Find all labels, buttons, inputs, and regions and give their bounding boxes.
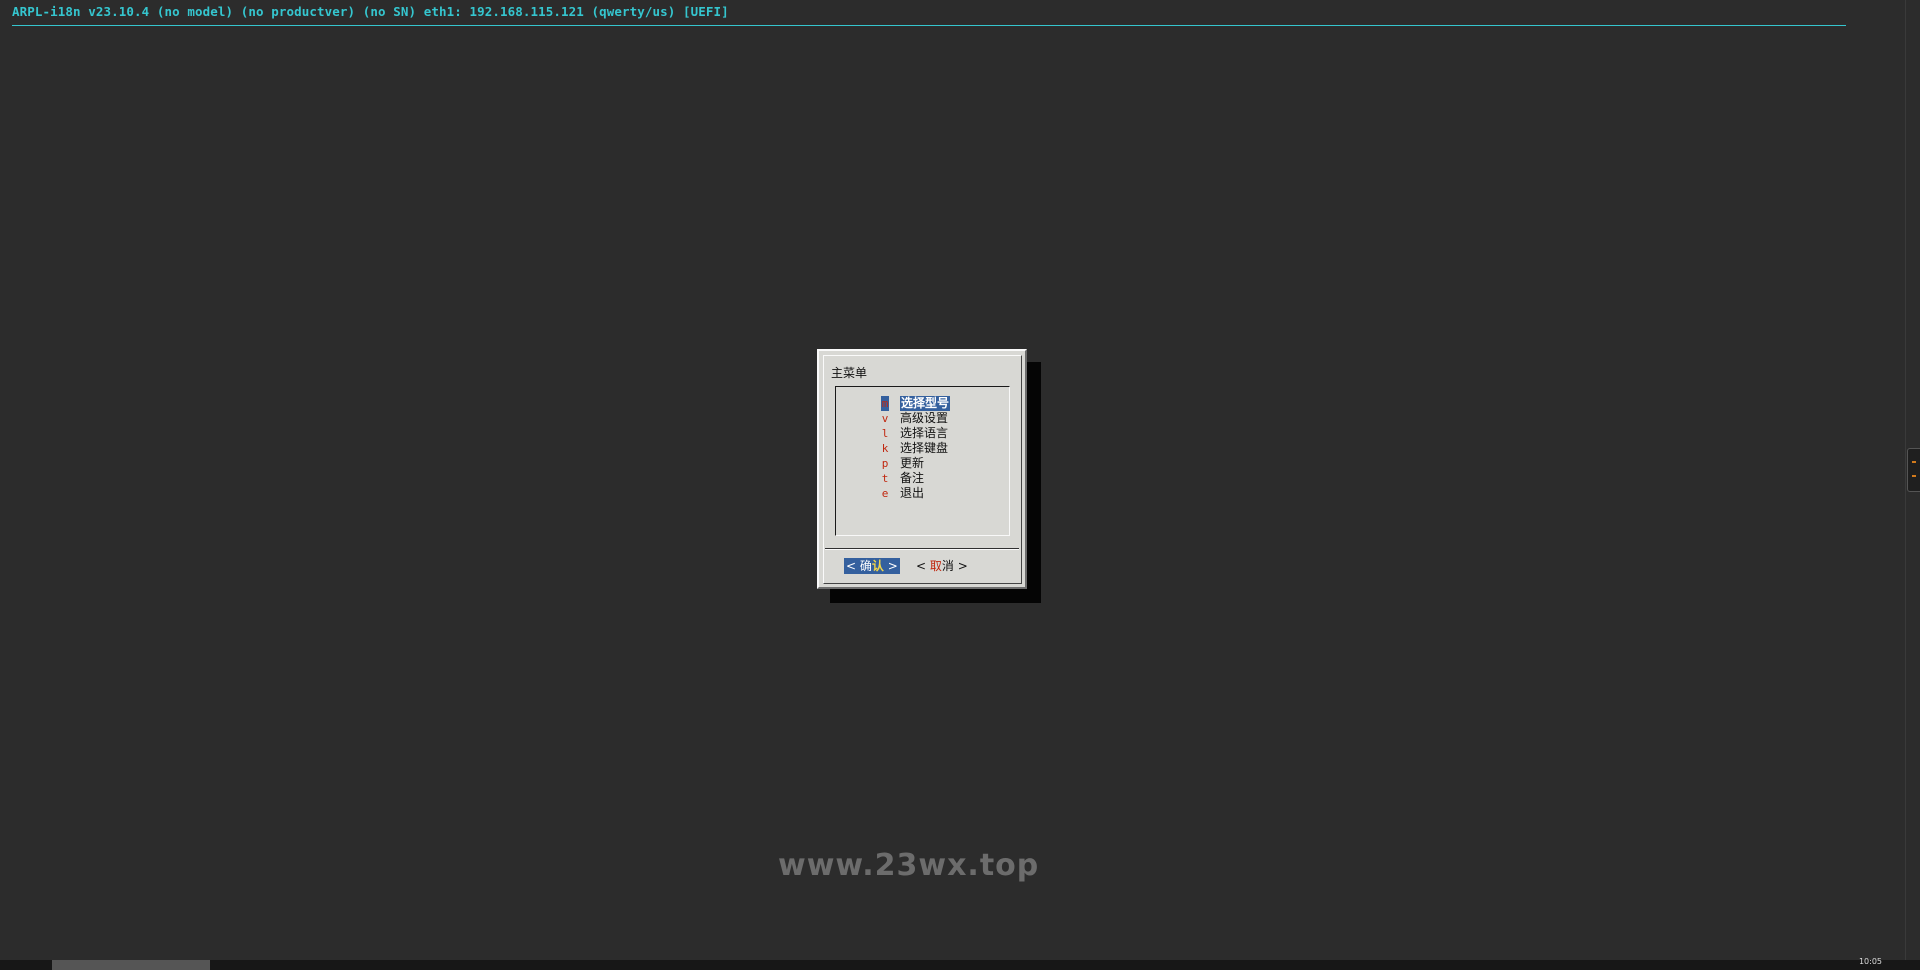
menu-item-select-model[interactable]: m 选择型号 xyxy=(836,396,1008,411)
main-menu-dialog: 主菜单 m 选择型号 v 高级设置 l 选择语言 k 选择键盘 p 更新 t 备… xyxy=(817,349,1027,589)
status-line: ARPL-i18n v23.10.4 (no model) (no produc… xyxy=(12,4,729,19)
cancel-button-hotkey: 取 xyxy=(929,559,942,573)
side-panel-handle[interactable] xyxy=(1907,448,1920,492)
status-divider xyxy=(12,25,1846,26)
cancel-button-right-bracket: > xyxy=(957,559,968,573)
cancel-button-label-end: 消 xyxy=(941,559,954,573)
menu-item-label: 选择语言 xyxy=(900,426,949,440)
menu-item-hotkey: v xyxy=(881,412,889,425)
menu-item-hotkey: e xyxy=(881,487,889,500)
menu-item-label: 选择键盘 xyxy=(900,441,949,455)
taskbar-active-window[interactable] xyxy=(52,960,210,970)
ok-button[interactable]: < 确认 > xyxy=(844,558,900,574)
menu-item-update[interactable]: p 更新 xyxy=(836,456,1008,471)
taskbar: 10:05 xyxy=(0,957,1920,970)
menu-item-label: 选择型号 xyxy=(900,396,951,411)
terminal-screen: ARPL-i18n v23.10.4 (no model) (no produc… xyxy=(0,0,1920,970)
menu-item-hotkey: t xyxy=(881,472,889,485)
ok-button-label-start: 确 xyxy=(859,559,872,573)
menu-item-select-keyboard[interactable]: k 选择键盘 xyxy=(836,441,1008,456)
menu-item-label: 备注 xyxy=(900,471,925,485)
cancel-button-left-bracket: < xyxy=(916,559,927,573)
ok-button-left-bracket: < xyxy=(846,559,857,573)
window-edge xyxy=(1905,0,1906,960)
ok-button-hotkey: 认 xyxy=(871,559,884,573)
menu-list: m 选择型号 v 高级设置 l 选择语言 k 选择键盘 p 更新 t 备注 e … xyxy=(835,386,1010,536)
taskbar-clock: 10:05 xyxy=(1858,957,1882,966)
ok-button-right-bracket: > xyxy=(887,559,898,573)
menu-item-hotkey: l xyxy=(881,427,889,440)
cancel-button[interactable]: < 取消 > xyxy=(916,558,968,574)
watermark: www.23wx.top xyxy=(778,848,1040,883)
menu-item-exit[interactable]: e 退出 xyxy=(836,486,1008,501)
handle-mark xyxy=(1912,461,1916,463)
menu-item-hotkey: p xyxy=(881,457,889,470)
menu-item-select-language[interactable]: l 选择语言 xyxy=(836,426,1008,441)
menu-item-hotkey: k xyxy=(881,442,889,455)
menu-item-advanced-settings[interactable]: v 高级设置 xyxy=(836,411,1008,426)
handle-mark xyxy=(1912,475,1916,477)
dialog-title: 主菜单 xyxy=(831,366,868,380)
menu-item-label: 更新 xyxy=(900,456,925,470)
menu-item-label: 退出 xyxy=(900,486,925,500)
menu-item-label: 高级设置 xyxy=(900,411,949,425)
menu-item-hotkey: m xyxy=(881,396,889,411)
menu-item-notes[interactable]: t 备注 xyxy=(836,471,1008,486)
button-separator-highlight xyxy=(825,549,1019,550)
